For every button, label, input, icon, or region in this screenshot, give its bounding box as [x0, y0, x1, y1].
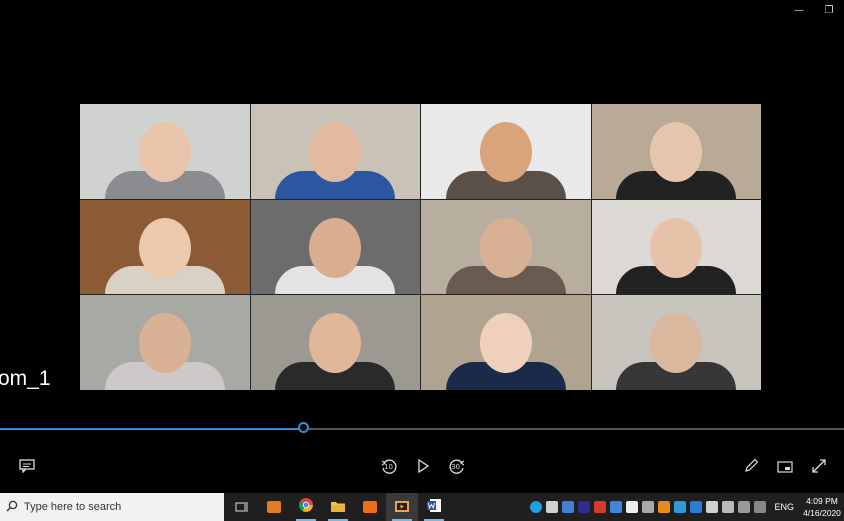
security-icon[interactable]: [578, 501, 591, 513]
subtitles-icon: [19, 458, 35, 477]
taskbar: Type here to search ENG 4:09 PM 4/16/202…: [0, 493, 844, 521]
skip-forward-button[interactable]: 30: [446, 455, 468, 479]
participant-tile: [591, 104, 761, 199]
expand-icon: [812, 458, 826, 477]
participant-tile: [591, 295, 761, 390]
word-icon: [426, 498, 442, 517]
participant-tile: [250, 199, 420, 295]
seek-bar[interactable]: [0, 422, 844, 433]
participant-tile: [250, 295, 420, 390]
tray-orange-icon[interactable]: [658, 501, 671, 513]
video-area[interactable]: om_1: [0, 0, 844, 420]
taskbar-chrome[interactable]: [290, 493, 322, 521]
taskbar-word[interactable]: [418, 493, 450, 521]
seek-bar-fill: [0, 428, 304, 430]
taskbar-media-app[interactable]: [258, 493, 290, 521]
clock-time: 4:09 PM: [806, 496, 838, 506]
tray-app-icon[interactable]: [626, 501, 639, 513]
pencil-icon: [744, 458, 759, 477]
seek-bar-thumb[interactable]: [298, 422, 309, 433]
participant-face: [138, 217, 191, 278]
skip-back-icon: 10: [380, 458, 398, 476]
mini-view-icon: [777, 458, 793, 477]
wifi-icon[interactable]: [722, 501, 735, 513]
participant-face: [309, 313, 362, 374]
skip-forward-label: 30: [451, 463, 460, 471]
play-icon: [417, 458, 430, 477]
task-view-icon: [235, 498, 249, 517]
tray-blue-icon[interactable]: [674, 501, 687, 513]
participant-face: [479, 217, 532, 278]
participant-tile: [80, 295, 250, 390]
edit-button[interactable]: [740, 455, 762, 479]
battery-icon[interactable]: [738, 501, 751, 513]
participant-face: [138, 122, 191, 182]
volume-icon[interactable]: [706, 501, 719, 513]
skip-back-label: 10: [384, 463, 393, 471]
cloud-sync-icon[interactable]: [610, 501, 623, 513]
participant-face: [650, 313, 703, 374]
photos-app-icon: [363, 501, 377, 513]
search-placeholder: Type here to search: [24, 501, 122, 513]
participant-tile: [421, 104, 591, 199]
folder-icon: [330, 498, 346, 517]
taskbar-file-explorer[interactable]: [322, 493, 354, 521]
video-frame-grid: [80, 104, 761, 390]
skip-forward-icon: 30: [448, 458, 466, 476]
participant-face: [309, 217, 362, 278]
pen-workspace-icon[interactable]: [754, 501, 767, 513]
network-share-icon[interactable]: [546, 501, 559, 513]
player-controls: 10 30: [0, 455, 844, 481]
language-indicator[interactable]: ENG: [774, 502, 794, 512]
clock-date: 4/16/2020: [803, 508, 841, 518]
onedrive-icon[interactable]: [562, 501, 575, 513]
tray-shield-icon[interactable]: [690, 501, 703, 513]
participant-tile: [421, 199, 591, 295]
participant-face: [479, 313, 532, 374]
participant-tile: [421, 295, 591, 390]
participant-face: [650, 122, 703, 182]
taskbar-photos-app[interactable]: [354, 493, 386, 521]
clock[interactable]: 4:09 PM 4/16/2020: [800, 495, 844, 519]
system-tray: ENG 4:09 PM 4/16/2020: [528, 493, 844, 521]
taskbar-search[interactable]: Type here to search: [0, 493, 224, 521]
participant-face: [309, 122, 362, 182]
participant-tile: [80, 199, 250, 295]
media-player-icon: [267, 501, 281, 513]
tray-utility-icon[interactable]: [642, 501, 655, 513]
mini-view-button[interactable]: [774, 455, 796, 479]
task-view-button[interactable]: [226, 493, 258, 521]
skype-icon[interactable]: [530, 501, 543, 513]
video-title-overlay: om_1: [0, 367, 51, 390]
participant-tile: [591, 199, 761, 295]
fullscreen-button[interactable]: [808, 455, 830, 479]
participant-face: [650, 217, 703, 278]
skip-back-button[interactable]: 10: [378, 455, 400, 479]
participant-face: [479, 122, 532, 182]
chrome-icon: [298, 497, 314, 517]
participant-face: [138, 313, 191, 374]
subtitles-button[interactable]: [16, 455, 38, 479]
play-button[interactable]: [412, 455, 434, 479]
participant-tile: [250, 104, 420, 199]
participant-tile: [80, 104, 250, 199]
taskbar-movies-tv[interactable]: [386, 493, 418, 521]
search-icon: [6, 500, 18, 515]
movies-tv-icon: [394, 498, 410, 517]
antivirus-icon[interactable]: [594, 501, 607, 513]
